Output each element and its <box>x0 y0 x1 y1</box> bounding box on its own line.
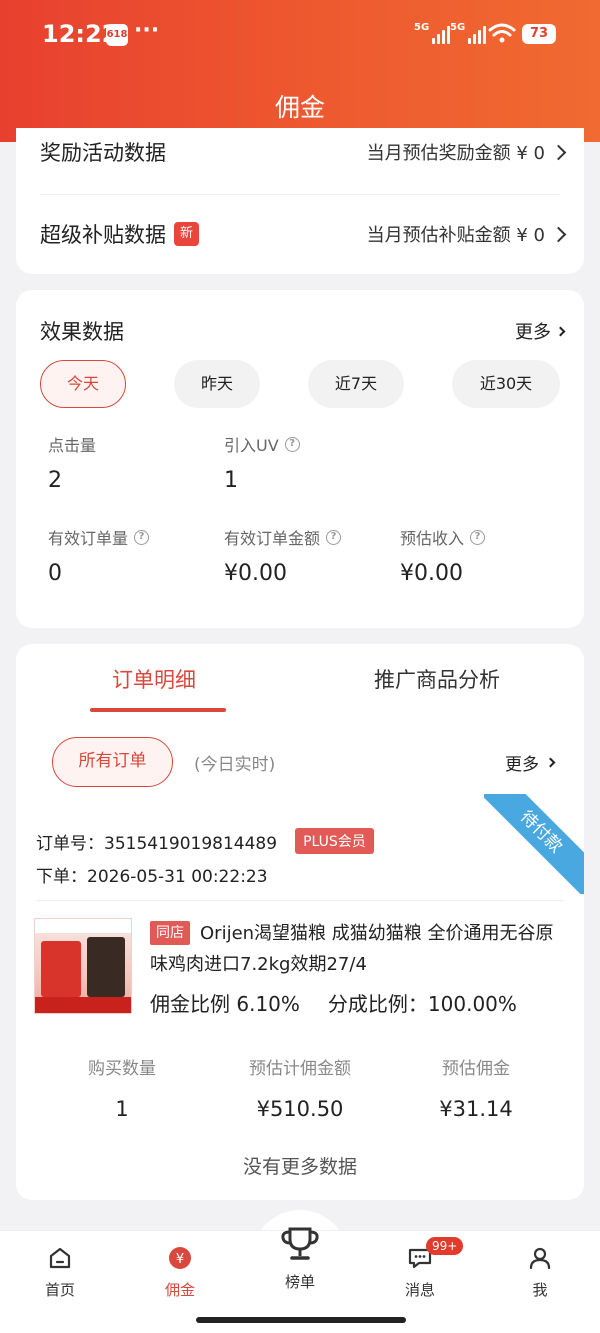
product-title[interactable]: 同店 Orijen渴望猫粮 成猫幼猫粮 全价通用无谷原味鸡肉进口7.2kg效期27… <box>150 918 570 980</box>
no-more-data: 没有更多数据 <box>242 1156 357 1178</box>
period-today[interactable]: 今天 <box>40 360 126 408</box>
help-icon[interactable]: ? <box>134 529 150 545</box>
super-subsidy-value: 当月预估补贴金额 ¥ 0 <box>367 221 567 247</box>
chevron-right-icon <box>555 326 566 336</box>
chevron-right-icon <box>550 144 567 160</box>
status-bar: 12:22 618 ··· 5G 5G 73 <box>0 0 600 70</box>
more-dots-icon: ··· <box>134 18 160 43</box>
divider <box>40 194 560 195</box>
nav-home[interactable]: 首页 <box>20 1245 100 1300</box>
all-orders-filter[interactable]: 所有订单 <box>52 737 173 787</box>
tab-order-details[interactable]: 订单明细 <box>112 664 196 694</box>
metric-valid-order-amount: 有效订单金额? ¥0.00 <box>224 525 342 586</box>
orders-more-link[interactable]: 更多 <box>505 750 556 775</box>
reward-activity-row[interactable]: 奖励活动数据 当月预估奖励金额 ¥ 0 <box>40 122 567 182</box>
metric-estimated-income: 预估收入? ¥0.00 <box>400 525 486 586</box>
order-status-ribbon: 待付款 <box>484 794 584 894</box>
metric-uv: 引入UV? 1 <box>224 432 300 493</box>
tab-product-analysis[interactable]: 推广商品分析 <box>374 664 500 694</box>
effect-data-title: 效果数据 <box>40 320 124 344</box>
ratio-row: 佣金比例 6.10% 分成比例：100.00% <box>150 988 517 1017</box>
message-count-badge: 99+ <box>426 1237 464 1255</box>
nav-ranking[interactable]: 榜单 <box>260 1225 340 1292</box>
order-number-line: 订单号：3515419019814489 PLUS会员 <box>36 828 374 854</box>
chevron-right-icon <box>550 226 567 242</box>
active-tab-indicator <box>90 708 226 712</box>
reward-activity-value: 当月预估奖励金额 ¥ 0 <box>367 139 567 165</box>
period-selector: 今天 昨天 近7天 近30天 <box>16 360 584 408</box>
super-subsidy-row[interactable]: 超级补贴数据 新 当月预估补贴金额 ¥ 0 <box>40 204 567 264</box>
share-ratio: 分成比例：100.00% <box>327 992 517 1016</box>
commission-yen-icon: ¥ <box>169 1247 191 1269</box>
stat-estimated-commission: 预估佣金 ¥31.14 <box>439 1059 513 1121</box>
period-7days[interactable]: 近7天 <box>308 360 404 408</box>
plus-member-badge: PLUS会员 <box>295 828 374 854</box>
divider <box>36 900 564 901</box>
nav-messages[interactable]: 消息 99+ <box>380 1237 464 1300</box>
effect-more-link[interactable]: 更多 <box>515 318 566 344</box>
reward-card: 奖励活动数据 当月预估奖励金额 ¥ 0 超级补贴数据 新 当月预估补贴金额 ¥ … <box>16 128 584 274</box>
order-time-line: 下单：2026-05-31 00:22:23 <box>36 867 268 887</box>
home-indicator <box>196 1317 406 1323</box>
commission-ratio: 佣金比例 6.10% <box>150 992 300 1016</box>
wifi-icon <box>488 23 516 43</box>
trophy-icon <box>281 1227 319 1260</box>
help-icon[interactable]: ? <box>284 436 300 452</box>
stat-commission-base: 预估计佣金额 ¥510.50 <box>249 1059 351 1121</box>
nav-commission[interactable]: ¥ 佣金 <box>140 1245 220 1300</box>
nav-me[interactable]: 我 <box>500 1245 580 1300</box>
metric-clicks: 点击量 2 <box>48 436 97 493</box>
period-yesterday[interactable]: 昨天 <box>174 360 260 408</box>
effect-data-card: 效果数据 更多 今天 昨天 近7天 近30天 点击量 2 引入UV? 1 有效订… <box>16 290 584 628</box>
page-title: 佣金 <box>274 93 325 122</box>
order-time: 2026-05-31 00:22:23 <box>87 867 268 887</box>
help-icon[interactable]: ? <box>326 529 342 545</box>
svg-text:¥: ¥ <box>176 1252 184 1267</box>
signal-icon: 5G <box>414 22 451 44</box>
battery-icon: 73 <box>522 24 556 44</box>
home-icon <box>49 1247 71 1269</box>
signal-icon-2: 5G <box>450 22 487 44</box>
realtime-note: (今日实时) <box>194 755 276 775</box>
product-image[interactable] <box>34 918 132 1014</box>
help-icon[interactable]: ? <box>470 529 486 545</box>
reward-activity-title: 奖励活动数据 <box>40 141 166 165</box>
super-subsidy-title: 超级补贴数据 新 <box>40 219 199 249</box>
app-notification-icon: 618 <box>106 24 128 46</box>
profile-icon <box>529 1247 551 1270</box>
app-header: 12:22 618 ··· 5G 5G 73 佣金 <box>0 0 600 142</box>
orders-card: 订单明细 推广商品分析 所有订单 (今日实时) 更多 待付款 订单号：35154… <box>16 644 584 1200</box>
period-30days[interactable]: 近30天 <box>452 360 560 408</box>
order-number: 3515419019814489 <box>104 833 278 854</box>
new-badge: 新 <box>174 222 199 246</box>
stat-quantity: 购买数量 1 <box>88 1059 156 1121</box>
metric-valid-orders: 有效订单量? 0 <box>48 525 150 586</box>
same-shop-badge: 同店 <box>150 921 190 945</box>
chevron-right-icon <box>545 757 556 768</box>
